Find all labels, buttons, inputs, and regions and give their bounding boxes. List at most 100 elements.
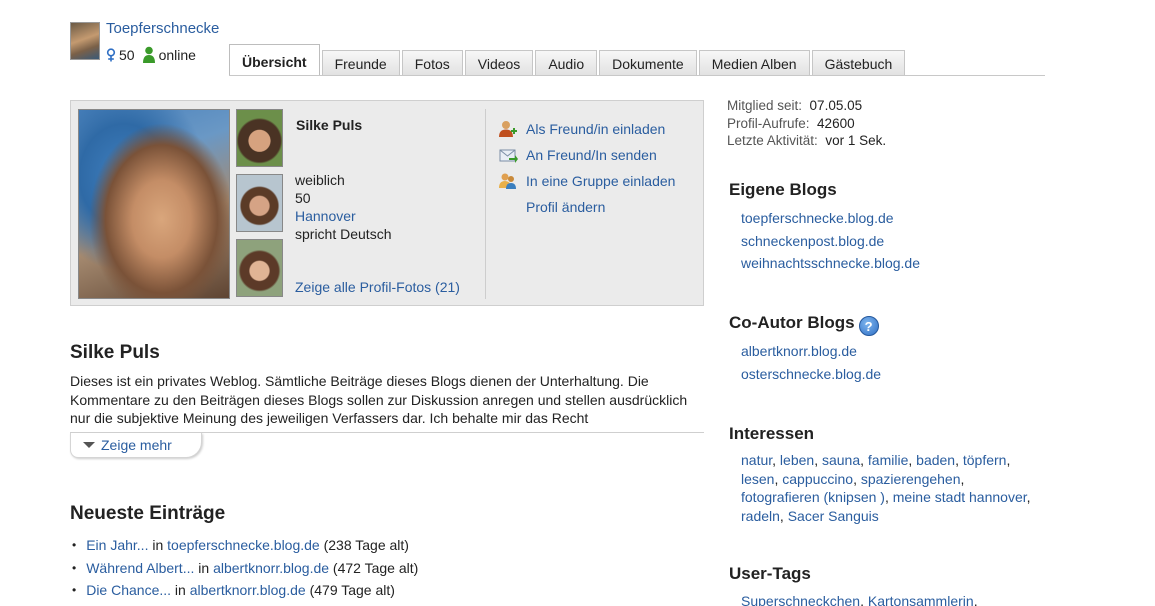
about-text: Dieses ist ein privates Weblog. Sämtlich… xyxy=(70,373,688,426)
profile-actions: Als Freund/in einladen An Freund/In send… xyxy=(497,116,675,220)
profile-tabs: Übersicht Freunde Fotos Videos Audio Dok… xyxy=(229,44,907,76)
own-blogs-title: Eigene Blogs xyxy=(729,180,837,199)
newest-entries-title: Neueste Einträge xyxy=(70,503,226,524)
entry-title-link[interactable]: Die Chance... xyxy=(86,582,171,598)
profile-box: Silke Puls weiblich 50 Hannover spricht … xyxy=(70,100,704,306)
interest-link[interactable]: cappuccino xyxy=(782,471,853,487)
coauthor-blogs-title: Co-Autor Blogs? xyxy=(729,313,879,336)
interest-link[interactable]: fotografieren (knipsen ) xyxy=(741,489,885,505)
interest-link[interactable]: meine stadt hannover xyxy=(893,489,1027,505)
interests-title: Interessen xyxy=(729,424,815,443)
edit-profile-link[interactable]: Profil ändern xyxy=(526,199,605,215)
tab-gaestebuch[interactable]: Gästebuch xyxy=(811,50,906,76)
about-title: Silke Puls xyxy=(70,342,160,363)
send-to-friend-action[interactable]: An Freund/In senden xyxy=(497,142,675,168)
tab-videos[interactable]: Videos xyxy=(464,50,534,76)
blog-link[interactable]: osterschnecke.blog.de xyxy=(741,366,881,382)
interest-link[interactable]: Sacer Sanguis xyxy=(788,508,879,524)
tab-medien-alben[interactable]: Medien Alben xyxy=(698,50,810,76)
send-to-friend-icon xyxy=(497,146,519,164)
user-tags-title: User-Tags xyxy=(729,564,811,583)
interest-link[interactable]: leben xyxy=(780,452,814,468)
female-icon xyxy=(106,48,116,62)
tab-uebersicht[interactable]: Übersicht xyxy=(229,44,320,76)
profile-thumbnail[interactable] xyxy=(236,174,283,232)
help-icon[interactable]: ? xyxy=(858,316,879,336)
coauthor-blogs-label: Co-Autor Blogs xyxy=(729,313,855,332)
all-profile-photos-link[interactable]: Zeige alle Profil-Fotos (21) xyxy=(295,279,460,295)
online-user-icon xyxy=(142,46,156,64)
tab-fotos[interactable]: Fotos xyxy=(401,50,463,76)
tab-audio[interactable]: Audio xyxy=(535,50,598,76)
show-more-label[interactable]: Zeige mehr xyxy=(101,437,172,453)
edit-profile-action[interactable]: Profil ändern xyxy=(497,194,675,220)
own-blogs-list: toepferschnecke.blog.de schneckenpost.bl… xyxy=(741,207,920,275)
profile-language: spricht Deutsch xyxy=(295,226,392,242)
profile-info: weiblich 50 Hannover spricht Deutsch xyxy=(295,171,391,243)
member-since-value: 07.05.05 xyxy=(809,98,863,113)
views-value: 42600 xyxy=(817,115,855,131)
group-invite-icon xyxy=(497,172,519,190)
list-item: Während Albert... in albertknorr.blog.de… xyxy=(70,557,418,580)
online-label: online xyxy=(158,47,196,63)
profile-age: 50 xyxy=(295,190,311,206)
coauthor-blogs-list: albertknorr.blog.de osterschnecke.blog.d… xyxy=(741,340,881,385)
entry-in-label: in xyxy=(152,537,164,554)
interest-link[interactable]: familie xyxy=(868,452,908,468)
user-tag-link[interactable]: Kartonsammlerin xyxy=(868,593,974,606)
interest-link[interactable]: natur xyxy=(741,452,772,468)
main-profile-photo[interactable] xyxy=(78,109,230,299)
profile-stats: Mitglied seit: 07.05.05 Profil-Aufrufe: … xyxy=(727,97,886,150)
entry-blog-link[interactable]: albertknorr.blog.de xyxy=(190,582,306,598)
entry-blog-link[interactable]: toepferschnecke.blog.de xyxy=(167,537,320,553)
user-avatar[interactable] xyxy=(70,22,100,60)
profile-gender: weiblich xyxy=(295,172,345,188)
entry-in-label: in xyxy=(174,582,186,599)
member-since-label: Mitglied seit: xyxy=(727,98,803,113)
interest-link[interactable]: lesen xyxy=(741,471,774,487)
views-label: Profil-Aufrufe: xyxy=(727,115,810,131)
user-tag-link[interactable]: Superschneckchen xyxy=(741,593,860,606)
username-link[interactable]: Toepferschnecke xyxy=(106,20,219,37)
entry-blog-link[interactable]: albertknorr.blog.de xyxy=(213,560,329,576)
newest-entries-list: Ein Jahr... in toepferschnecke.blog.de (… xyxy=(70,534,418,602)
chevron-down-icon xyxy=(83,442,95,448)
group-invite-link[interactable]: In eine Gruppe einladen xyxy=(526,173,675,189)
user-age: 50 xyxy=(119,47,135,63)
entry-title-link[interactable]: Während Albert... xyxy=(86,560,194,576)
interest-link[interactable]: baden xyxy=(916,452,955,468)
last-activity-value: vor 1 Sek. xyxy=(825,133,887,148)
group-invite-action[interactable]: In eine Gruppe einladen xyxy=(497,168,675,194)
user-tags-list: Superschneckchen, Kartonsammlerin, xyxy=(741,592,1046,606)
list-item: Die Chance... in albertknorr.blog.de (47… xyxy=(70,579,418,602)
add-friend-icon xyxy=(497,120,519,138)
profile-city-link[interactable]: Hannover xyxy=(295,208,356,224)
tabs-divider xyxy=(229,75,1045,76)
interest-link[interactable]: sauna xyxy=(822,452,860,468)
invite-friend-action[interactable]: Als Freund/in einladen xyxy=(497,116,675,142)
interest-link[interactable]: spazierengehen xyxy=(861,471,961,487)
list-item: Ein Jahr... in toepferschnecke.blog.de (… xyxy=(70,534,418,557)
entry-title-link[interactable]: Ein Jahr... xyxy=(86,537,148,553)
interest-link[interactable]: töpfern xyxy=(963,452,1007,468)
entry-in-label: in xyxy=(198,559,210,576)
send-to-friend-link[interactable]: An Freund/In senden xyxy=(526,147,657,163)
blog-link[interactable]: albertknorr.blog.de xyxy=(741,343,857,359)
show-more-button[interactable]: Zeige mehr xyxy=(70,433,202,458)
profile-thumbnail[interactable] xyxy=(236,239,283,297)
user-status: 50 online xyxy=(106,46,196,64)
profile-thumbnail[interactable] xyxy=(236,109,283,167)
interest-link[interactable]: radeln xyxy=(741,508,780,524)
blog-link[interactable]: toepferschnecke.blog.de xyxy=(741,210,894,226)
entry-age: (238 Tage alt) xyxy=(323,537,409,554)
entry-age: (472 Tage alt) xyxy=(332,559,419,576)
profile-name: Silke Puls xyxy=(296,117,363,133)
tab-dokumente[interactable]: Dokumente xyxy=(599,50,697,76)
interests-list: natur, leben, sauna, familie, baden, töp… xyxy=(741,452,1031,524)
invite-friend-link[interactable]: Als Freund/in einladen xyxy=(526,121,665,137)
last-activity-label: Letzte Aktivität: xyxy=(727,133,818,148)
entry-age: (479 Tage alt) xyxy=(309,582,395,599)
blog-link[interactable]: weihnachtsschnecke.blog.de xyxy=(741,255,920,271)
blog-link[interactable]: schneckenpost.blog.de xyxy=(741,233,884,249)
tab-freunde[interactable]: Freunde xyxy=(321,50,400,76)
